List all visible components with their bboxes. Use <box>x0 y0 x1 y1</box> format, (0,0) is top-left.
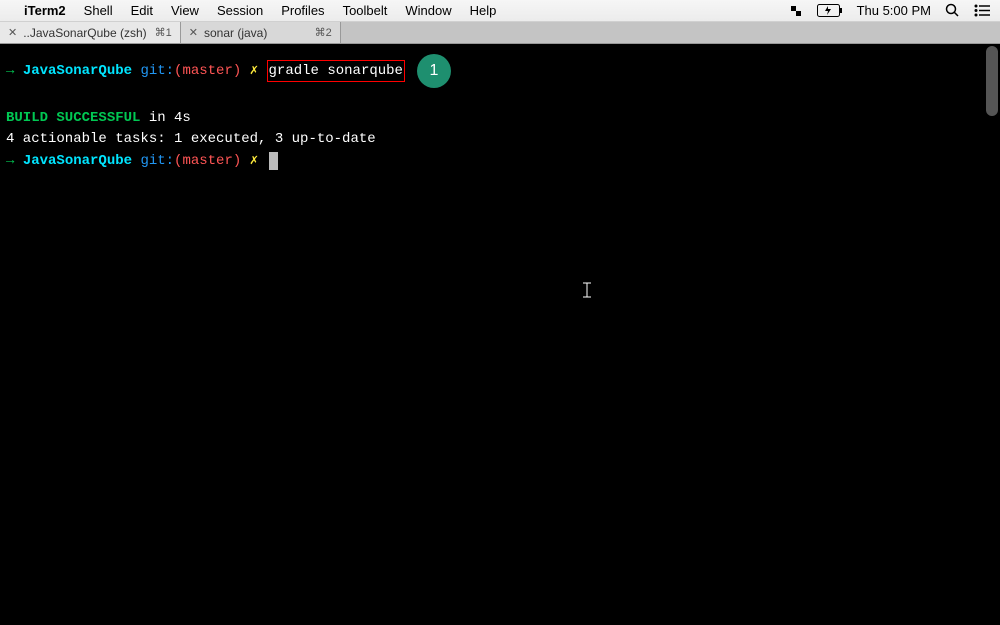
menu-window[interactable]: Window <box>405 3 451 18</box>
terminal-cursor <box>269 152 278 170</box>
text-cursor-ibeam-icon <box>583 282 591 306</box>
status-app-icon[interactable] <box>789 4 803 18</box>
macos-menubar: iTerm2 Shell Edit View Session Profiles … <box>0 0 1000 22</box>
prompt-git-label: git: <box>140 61 174 81</box>
tab-shortcut: ⌘1 <box>155 26 172 39</box>
prompt-dir: JavaSonarQube <box>23 151 132 171</box>
battery-icon[interactable] <box>817 4 843 17</box>
entered-command: gradle sonarqube <box>269 63 403 79</box>
annotation-badge-1: 1 <box>417 54 451 88</box>
menu-toolbelt[interactable]: Toolbelt <box>343 3 388 18</box>
prompt-arrow-icon: → <box>6 151 14 171</box>
prompt-line-2: → JavaSonarQube git:(master) ✗ <box>6 151 994 171</box>
terminal-viewport[interactable]: → JavaSonarQube git:(master) ✗ gradle so… <box>0 44 1000 625</box>
tab-label: ..JavaSonarQube (zsh) <box>23 26 146 40</box>
prompt-branch: master <box>182 151 232 171</box>
spotlight-search-icon[interactable] <box>945 3 960 18</box>
tab-label: sonar (java) <box>204 26 307 40</box>
menu-profiles[interactable]: Profiles <box>281 3 324 18</box>
build-result-line: BUILD SUCCESSFUL in 4s <box>6 108 994 128</box>
menubar-clock[interactable]: Thu 5:00 PM <box>857 3 931 18</box>
prompt-git-label: git: <box>140 151 174 171</box>
prompt-branch: master <box>182 61 232 81</box>
tab-bar: ✕ ..JavaSonarQube (zsh) ⌘1 ✕ sonar (java… <box>0 22 1000 44</box>
tasks-summary-line: 4 actionable tasks: 1 executed, 3 up-to-… <box>6 129 994 149</box>
notification-center-icon[interactable] <box>974 4 990 17</box>
menu-edit[interactable]: Edit <box>131 3 153 18</box>
command-highlight-box: gradle sonarqube <box>267 60 405 82</box>
menu-session[interactable]: Session <box>217 3 263 18</box>
menu-help[interactable]: Help <box>470 3 497 18</box>
menu-view[interactable]: View <box>171 3 199 18</box>
scrollbar-thumb[interactable] <box>986 46 998 116</box>
menu-shell[interactable]: Shell <box>84 3 113 18</box>
prompt-dir: JavaSonarQube <box>23 61 132 81</box>
prompt-dirty-icon: ✗ <box>250 61 258 81</box>
close-tab-icon[interactable]: ✕ <box>8 26 17 39</box>
build-success-text: BUILD SUCCESSFUL <box>6 110 140 126</box>
build-time-text: in 4s <box>140 110 190 126</box>
close-tab-icon[interactable]: ✕ <box>189 26 198 39</box>
tab-javasonarqube[interactable]: ✕ ..JavaSonarQube (zsh) ⌘1 <box>0 22 181 43</box>
app-name[interactable]: iTerm2 <box>24 3 66 18</box>
tab-shortcut: ⌘2 <box>315 26 332 39</box>
prompt-dirty-icon: ✗ <box>250 151 258 171</box>
prompt-arrow-icon: → <box>6 61 14 81</box>
prompt-line-1: → JavaSonarQube git:(master) ✗ gradle so… <box>6 54 994 88</box>
tab-sonar-java[interactable]: ✕ sonar (java) ⌘2 <box>181 22 341 43</box>
